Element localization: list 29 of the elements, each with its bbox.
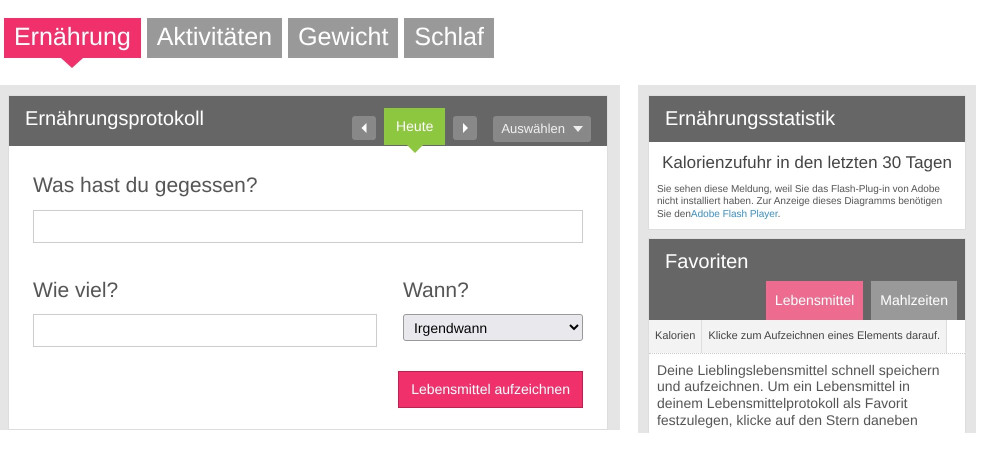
log-food-button[interactable]: Lebensmittel aufzeichnen [398, 371, 583, 408]
select-dropdown[interactable]: Auswählen [493, 116, 591, 142]
favorites-tab[interactable]: Lebensmittel [766, 281, 864, 320]
amount-input-field[interactable] [33, 314, 377, 347]
favorites-tab[interactable]: Mahlzeiten [871, 281, 957, 320]
flash-notice: Sie sehen diese Meldung, weil Sie das Flash-Plug-in von Adobe nicht installiert haben. Zur Anzeige dieses Diagramms benötigen Sie denAdobe Flash Player. [657, 184, 944, 221]
column-header: Kalorien [649, 320, 702, 352]
nav-tab[interactable]: Aktivitäten [146, 18, 282, 58]
amount-label: Wie viel? [33, 278, 120, 304]
chart-title: Kalorienzufuhr in den letzten 30 Tagen [661, 152, 953, 174]
previous-day-button[interactable] [352, 116, 376, 140]
nav-tab[interactable]: Gewicht [288, 18, 398, 58]
time-label: Wann? [403, 278, 470, 304]
column-header: Klicke zum Aufzeichnen eines Elements darauf. [702, 320, 948, 352]
question-label: Was hast du gegessen? [33, 173, 259, 199]
left-triangle-icon [361, 123, 368, 133]
right-triangle-icon [462, 123, 468, 133]
panel-title: Favoriten [664, 250, 750, 275]
next-day-button[interactable] [453, 116, 478, 140]
favorites-description: Deine Lieblingslebensmittel schnell speichern und aufzeichnen. Um ein Lebensmittel in deinem Lebensmittelprotokoll als Favorit festzulegen, klicke auf den Stern daneben [656, 360, 940, 430]
panel-title: Ernährungsstatistik [665, 107, 836, 132]
flash-player-link[interactable]: Adobe Flash Player [690, 208, 778, 220]
food-input-field[interactable] [33, 210, 583, 242]
time-select[interactable]: Irgendwann [403, 314, 583, 341]
pointer-icon [406, 145, 423, 153]
pointer-icon [61, 58, 84, 68]
caret-icon [573, 126, 583, 132]
panel-title: Ernährungsprotokoll [25, 107, 204, 132]
nav-tab[interactable]: Schlaf [404, 18, 494, 58]
